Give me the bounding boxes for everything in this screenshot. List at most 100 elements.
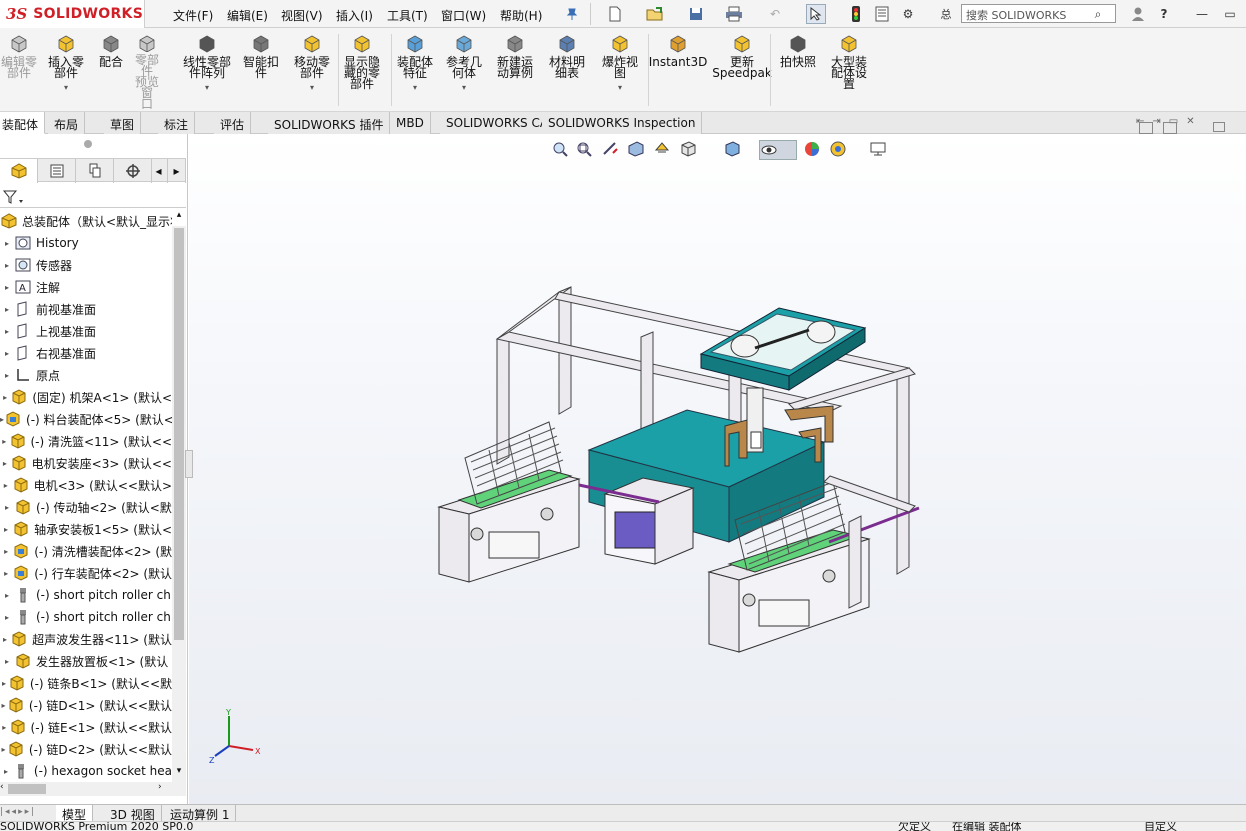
tree-item[interactable]: ▸ (-) 行车装配体<2> (默认 bbox=[0, 562, 172, 584]
tab-0[interactable]: 装配体 bbox=[0, 112, 46, 134]
dropdown-caret-icon[interactable]: ▾ bbox=[413, 82, 417, 93]
tree-item[interactable]: ▸ 电机安装座<3> (默认<< bbox=[0, 452, 172, 474]
expand-arrow-icon[interactable]: ▸ bbox=[0, 481, 12, 490]
tree-item[interactable]: ▸ (-) 链D<2> (默认<<默认 bbox=[0, 738, 172, 760]
cmd-mate-button[interactable]: 配合 bbox=[96, 34, 126, 110]
restore-window-icon[interactable]: ▭ bbox=[1220, 4, 1240, 24]
help-question-icon[interactable]: ? bbox=[1154, 4, 1174, 24]
expand-arrow-icon[interactable]: ▸ bbox=[0, 767, 12, 776]
configurationmanager-tab-icon[interactable] bbox=[76, 159, 114, 183]
menu-view[interactable]: 视图(V) bbox=[281, 7, 323, 24]
apply-scene-icon[interactable] bbox=[829, 140, 849, 160]
viewport-cascade-icon[interactable] bbox=[1163, 122, 1177, 134]
expand-arrow-icon[interactable]: ▸ bbox=[0, 701, 7, 710]
tree-item[interactable]: ▸ (-) short pitch roller ch bbox=[0, 606, 172, 628]
tree-hscroll-thumb[interactable] bbox=[8, 784, 46, 794]
hide-show-items-icon[interactable] bbox=[759, 140, 797, 160]
panel-grip-icon[interactable] bbox=[84, 140, 92, 148]
dynamic-annotation-icon[interactable] bbox=[653, 140, 673, 160]
user-icon[interactable] bbox=[1128, 4, 1148, 24]
cmd-assembly-features-button[interactable]: 装配体 特征 ▾ bbox=[394, 34, 436, 110]
cmd-bom-button[interactable]: 材料明 细表 bbox=[544, 34, 590, 110]
zoom-to-fit-icon[interactable] bbox=[551, 140, 571, 160]
menu-insert[interactable]: 插入(I) bbox=[336, 7, 373, 24]
tree-scroll-up-icon[interactable]: ▴ bbox=[172, 210, 186, 224]
cmd-snapshot-button[interactable]: 拍快照 bbox=[776, 34, 820, 110]
tree-scroll-right-icon[interactable]: › bbox=[158, 782, 168, 792]
expand-arrow-icon[interactable]: ▸ bbox=[0, 525, 12, 534]
expand-arrow-icon[interactable]: ▸ bbox=[0, 261, 14, 270]
tab-scroll-arrows-icon[interactable]: |◂◂▸▸| bbox=[0, 807, 56, 819]
expand-arrow-icon[interactable]: ▸ bbox=[0, 437, 9, 446]
zoom-to-area-icon[interactable] bbox=[575, 140, 595, 160]
menu-tools[interactable]: 工具(T) bbox=[387, 7, 428, 24]
expand-arrow-icon[interactable]: ▸ bbox=[0, 327, 14, 336]
tree-item[interactable]: ▸ 超声波发生器<11> (默认 bbox=[0, 628, 172, 650]
save-icon[interactable] bbox=[686, 4, 706, 24]
view-orientation-icon[interactable] bbox=[679, 140, 699, 160]
expand-arrow-icon[interactable]: ▸ bbox=[0, 547, 12, 556]
cmd-show-hidden-button[interactable]: 显示隐 藏的零 部件 bbox=[340, 34, 384, 110]
expand-arrow-icon[interactable]: ▸ bbox=[0, 239, 14, 248]
dropdown-caret-icon[interactable]: ▾ bbox=[310, 82, 314, 93]
select-cursor-icon[interactable] bbox=[806, 4, 826, 24]
cmd-instant3d-button[interactable]: Instant3D bbox=[649, 34, 707, 110]
tree-item[interactable]: ▸ (-) short pitch roller ch bbox=[0, 584, 172, 606]
panel-collapse-handle[interactable] bbox=[185, 450, 193, 478]
tree-item[interactable]: ▸ 轴承安装板1<5> (默认< bbox=[0, 518, 172, 540]
cmd-linear-pattern-button[interactable]: 线性零部 件阵列 ▾ bbox=[180, 34, 234, 110]
featuremanager-tab-icon[interactable] bbox=[0, 159, 38, 183]
expand-arrow-icon[interactable]: ▸ bbox=[0, 459, 10, 468]
status-units[interactable]: 自定义 bbox=[1144, 822, 1177, 831]
cmd-motion-study-button[interactable]: 新建运 动算例 bbox=[494, 34, 536, 110]
cmd-move-component-button[interactable]: 移动零 部件 ▾ bbox=[290, 34, 334, 110]
viewport-tile-icon[interactable] bbox=[1139, 122, 1153, 134]
options-gear-icon[interactable]: ⚙ bbox=[898, 4, 918, 24]
tree-item[interactable]: ▸ (固定) 机架A<1> (默认< bbox=[0, 386, 172, 408]
expand-arrow-icon[interactable]: ▸ bbox=[0, 371, 14, 380]
view-settings-monitor-icon[interactable] bbox=[869, 140, 889, 160]
minimize-icon[interactable]: — bbox=[1192, 4, 1212, 24]
tree-item[interactable]: ▸ 发生器放置板<1> (默认 bbox=[0, 650, 172, 672]
graphics-area[interactable]: Y X Z bbox=[185, 122, 1246, 806]
bottom-tab-motion-study[interactable]: 运动算例 1 bbox=[164, 805, 237, 822]
new-document-icon[interactable] bbox=[605, 4, 625, 24]
tree-item[interactable]: ▸ History bbox=[0, 232, 172, 254]
tree-scroll-down-icon[interactable]: ▾ bbox=[172, 766, 186, 780]
propertymanager-tab-icon[interactable] bbox=[38, 159, 76, 183]
tree-item[interactable]: ▸ 前视基准面 bbox=[0, 298, 172, 320]
assembly-3d-model[interactable] bbox=[429, 282, 929, 672]
tab-5[interactable]: SOLIDWORKS 插件 bbox=[268, 112, 391, 134]
tree-item[interactable]: ▸ 电机<3> (默认<<默认> bbox=[0, 474, 172, 496]
edit-appearance-icon[interactable] bbox=[803, 140, 823, 160]
tab-scroll-left-icon[interactable]: ◂ bbox=[150, 159, 168, 183]
expand-arrow-icon[interactable]: ▸ bbox=[0, 283, 14, 292]
tree-horizontal-scrollbar[interactable]: ‹ › bbox=[0, 782, 186, 796]
print-icon[interactable] bbox=[724, 4, 744, 24]
menu-window[interactable]: 窗口(W) bbox=[441, 7, 486, 24]
open-folder-icon[interactable] bbox=[645, 4, 665, 24]
cmd-large-assembly-button[interactable]: 大型装 配体设 置 bbox=[826, 34, 872, 110]
cmd-exploded-view-button[interactable]: 爆炸视 图 ▾ bbox=[598, 34, 642, 110]
cmd-reference-geometry-button[interactable]: 参考几 何体 ▾ bbox=[444, 34, 484, 110]
bottom-tab-model[interactable]: 模型 bbox=[56, 805, 94, 822]
expand-arrow-icon[interactable]: ▸ bbox=[0, 349, 14, 358]
tree-item[interactable]: ▸ (-) 清洗篮<11> (默认<< bbox=[0, 430, 172, 452]
tab-4[interactable]: 评估 bbox=[214, 112, 252, 134]
undo-icon[interactable]: ↶ bbox=[765, 4, 785, 24]
menu-edit[interactable]: 编辑(E) bbox=[227, 7, 268, 24]
tree-scroll-left-icon[interactable]: ‹ bbox=[0, 782, 8, 792]
tree-item[interactable]: ▸ (-) 链条B<1> (默认<<默 bbox=[0, 672, 172, 694]
expand-arrow-icon[interactable]: ▸ bbox=[0, 635, 10, 644]
tree-item[interactable]: ▸ (-) 料台装配体<5> (默认< bbox=[0, 408, 172, 430]
tab-scroll-right-icon[interactable]: ▸ bbox=[168, 159, 186, 183]
tree-item[interactable]: ▸ (-) 传动轴<2> (默认<默 bbox=[0, 496, 172, 518]
menu-help[interactable]: 帮助(H) bbox=[500, 7, 542, 24]
tree-item[interactable]: ▸ (-) 链E<1> (默认<<默认 bbox=[0, 716, 172, 738]
dropdown-caret-icon[interactable]: ▾ bbox=[462, 82, 466, 93]
bottom-tab-3d-view[interactable]: 3D 视图 bbox=[104, 805, 162, 822]
cmd-component-preview-button[interactable]: 零部件 预览窗 口 bbox=[130, 34, 164, 110]
tab-8[interactable]: SOLIDWORKS Inspection bbox=[542, 112, 703, 134]
tree-item[interactable]: 总装配体（默认<默认_显示状 bbox=[0, 210, 172, 232]
expand-arrow-icon[interactable]: ▸ bbox=[0, 723, 9, 732]
